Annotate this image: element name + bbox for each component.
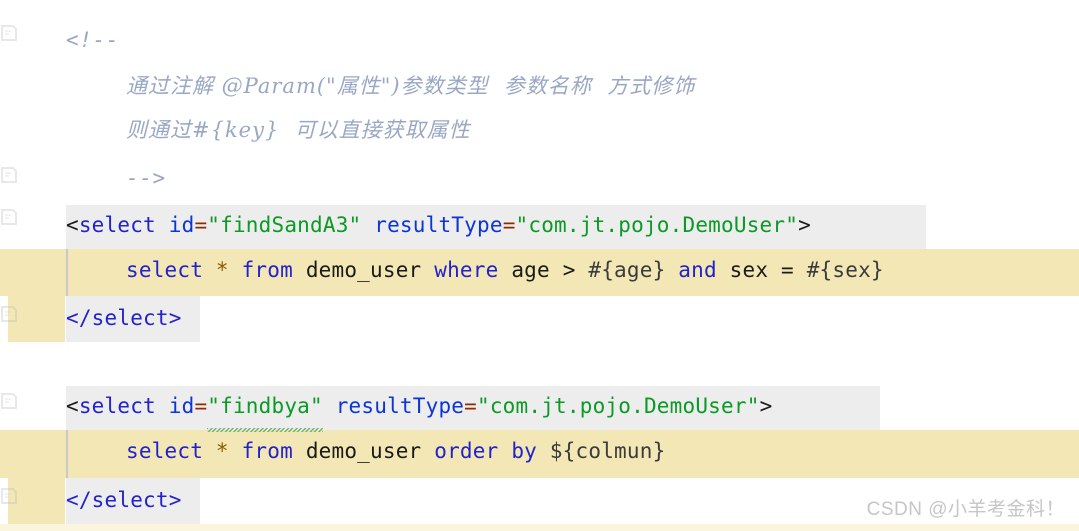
equals-sign: = xyxy=(502,213,516,237)
sql-operator-gt: > xyxy=(562,258,576,282)
sql-statement-block2[interactable]: select * from demo_user order by ${colmu… xyxy=(126,429,665,473)
attribute-value-resulttype: "com.jt.pojo.DemoUser" xyxy=(477,394,760,418)
angle-bracket-close: > xyxy=(759,394,773,418)
select-open-tag-block1[interactable]: <select id="findSandA3" resultType="com.… xyxy=(66,203,811,247)
comment-fold-marker-icon[interactable] xyxy=(0,208,18,226)
tag-name: select xyxy=(78,394,156,418)
attribute-name-resulttype: resultType xyxy=(374,213,503,237)
sql-star: * xyxy=(215,258,229,282)
sql-operator-eq: = xyxy=(781,258,794,282)
highlight-band-next-block-peek xyxy=(0,524,1079,531)
sql-star: * xyxy=(215,439,229,463)
tag-name: select xyxy=(78,213,156,237)
sql-column-sex: sex xyxy=(729,258,769,282)
select-open-tag-block2[interactable]: <select id="findbya" resultType="com.jt.… xyxy=(66,384,773,432)
attribute-name-id: id xyxy=(168,394,195,418)
sql-keyword-from: from xyxy=(241,439,293,463)
attribute-name-id: id xyxy=(168,213,195,237)
equals-sign: = xyxy=(194,213,208,237)
attribute-value-id: "findSandA3" xyxy=(207,213,362,237)
csdn-watermark: CSDN @小羊考金科！ xyxy=(866,499,1065,520)
select-close-tag-block1[interactable]: </select> xyxy=(66,296,182,340)
comment-fold-marker-icon[interactable] xyxy=(0,305,18,323)
sql-statement-block1[interactable]: select * from demo_user where age > #{ag… xyxy=(126,248,884,292)
sql-column-age: age xyxy=(511,258,550,282)
comment-fold-marker-icon[interactable] xyxy=(0,166,18,184)
sql-table-name: demo_user xyxy=(305,439,422,463)
fold-marker-strip-block2 xyxy=(8,430,65,525)
attribute-value-resulttype: "com.jt.pojo.DemoUser" xyxy=(515,213,799,237)
sql-keyword-by: by xyxy=(511,439,537,463)
angle-bracket-open: < xyxy=(66,213,79,237)
mybatis-param-age: #{age} xyxy=(588,258,666,282)
fold-marker-strip-block1 xyxy=(8,249,65,342)
sql-keyword-from: from xyxy=(241,258,293,282)
indent-guide-block2 xyxy=(66,430,68,478)
sql-keyword-select: select xyxy=(126,439,204,463)
comment-fold-marker-icon[interactable] xyxy=(0,487,18,505)
attribute-value-id-misspelled: "findbya" xyxy=(207,384,323,432)
sql-keyword-order: order xyxy=(434,439,499,463)
code-editor-canvas[interactable]: <!-- 通过注解 @Param("属性")参数类型 参数名称 方式修饰 则通过… xyxy=(0,0,1079,531)
xml-comment-open: <!-- xyxy=(66,28,119,52)
angle-bracket-close: > xyxy=(798,213,811,237)
sql-keyword-and: and xyxy=(678,258,717,282)
attribute-name-resulttype: resultType xyxy=(335,394,465,418)
comment-fold-marker-icon[interactable] xyxy=(0,392,18,410)
mybatis-substitution-colmun: ${colmun} xyxy=(549,439,666,463)
angle-bracket-open: < xyxy=(66,394,79,418)
sql-keyword-where: where xyxy=(434,258,499,282)
mybatis-param-sex: #{sex} xyxy=(806,258,884,282)
sql-table-name: demo_user xyxy=(305,258,422,282)
select-close-tag-block2[interactable]: </select> xyxy=(66,478,182,522)
sql-keyword-select: select xyxy=(126,258,204,282)
equals-sign: = xyxy=(464,394,477,418)
indent-guide-block1 xyxy=(66,249,68,296)
xml-comment-line-1: 通过注解 @Param("属性")参数类型 参数名称 方式修饰 xyxy=(126,74,696,98)
comment-fold-marker-icon[interactable] xyxy=(0,24,18,42)
xml-comment-close: --> xyxy=(126,166,166,190)
equals-sign: = xyxy=(194,394,208,418)
xml-comment-line-2: 则通过#{key} 可以直接获取属性 xyxy=(126,118,471,142)
